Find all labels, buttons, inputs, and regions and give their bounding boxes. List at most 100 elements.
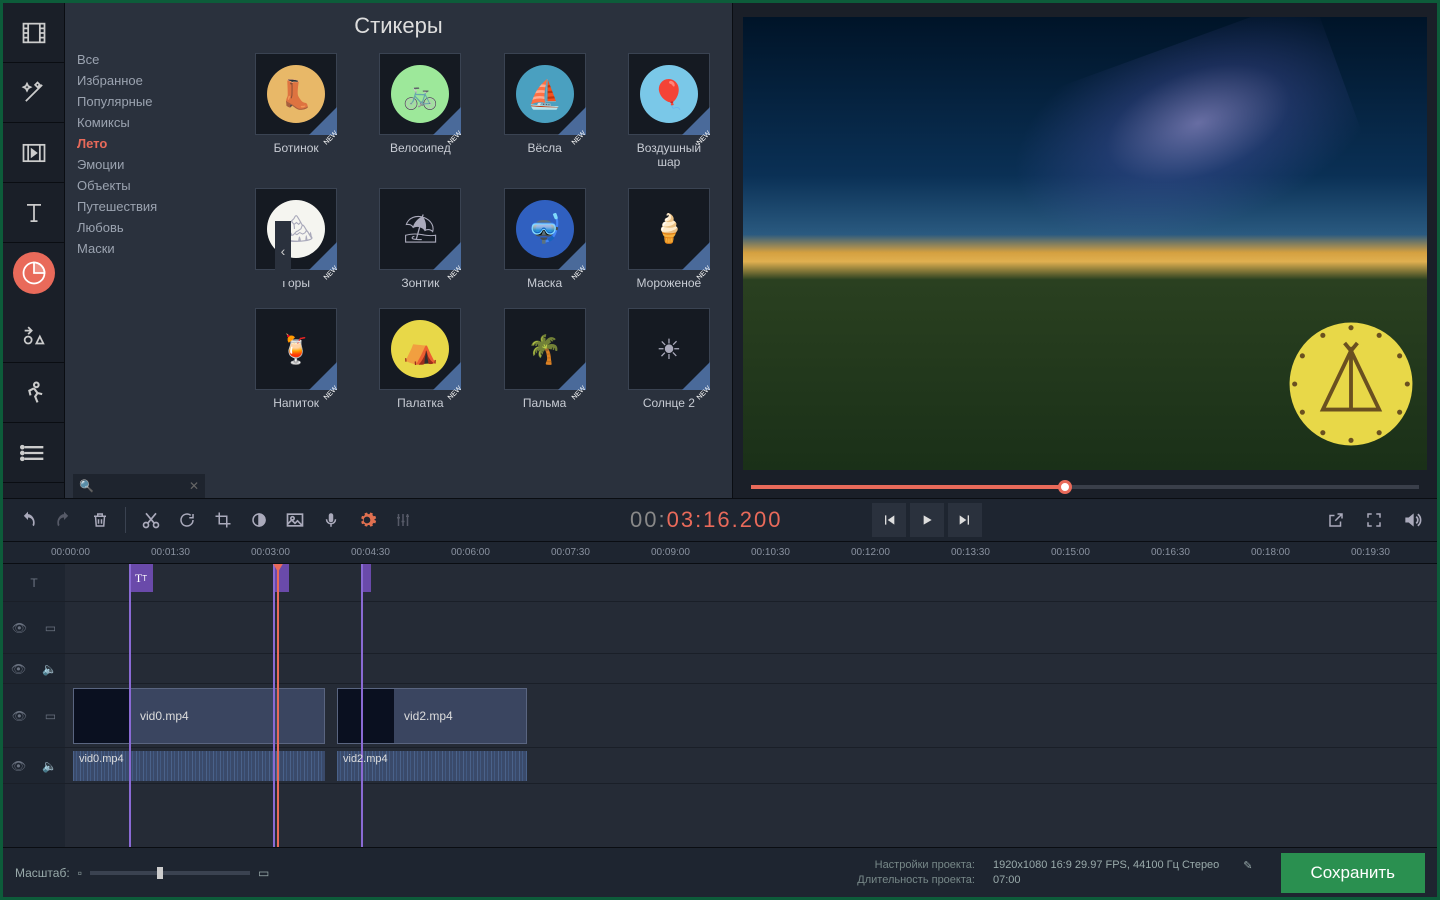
zoom-in-icon[interactable]: ▭ — [258, 866, 269, 880]
ruler-tick: 00:09:00 — [651, 547, 690, 558]
applied-sticker-tent[interactable] — [1287, 320, 1415, 448]
marker[interactable] — [273, 564, 275, 847]
timeline-ruler[interactable]: 00:00:0000:01:3000:03:0000:04:3000:06:00… — [3, 542, 1437, 564]
panel-title: Стикеры — [65, 3, 732, 45]
ruler-tick: 00:12:00 — [851, 547, 890, 558]
audio-track[interactable]: vid0.mp4 vid2.mp4 — [65, 748, 1437, 784]
proj-duration-value: 07:00 — [993, 874, 1021, 886]
sticker-label: Пальма — [523, 396, 566, 410]
clear-icon[interactable]: ✕ — [189, 479, 199, 493]
sticker-tile[interactable]: 🍹Напиток — [243, 308, 349, 410]
track-head-overlay-audio[interactable]: 👁🔈 — [3, 654, 65, 684]
sticker-tile[interactable]: 🍦Мороженое — [616, 188, 722, 290]
zoom-label: Масштаб: — [15, 866, 70, 880]
sticker-tile[interactable]: ⛺Палатка — [367, 308, 473, 410]
video-clip[interactable]: vid0.mp4 — [73, 688, 325, 744]
ruler-tick: 00:15:00 — [1051, 547, 1090, 558]
redo-button[interactable] — [47, 503, 81, 537]
play-button[interactable] — [910, 503, 944, 537]
zoom-control[interactable]: Масштаб: ▫ ▭ — [15, 866, 269, 880]
track-head-overlay[interactable]: 👁▭ — [3, 602, 65, 654]
category-item[interactable]: Объекты — [77, 175, 213, 196]
scrub-thumb[interactable] — [1058, 480, 1072, 494]
cut-button[interactable] — [134, 503, 168, 537]
category-item[interactable]: Путешествия — [77, 196, 213, 217]
video-track[interactable]: vid0.mp4vid2.mp4 — [65, 684, 1437, 748]
prev-button[interactable] — [872, 503, 906, 537]
rail-magic[interactable] — [3, 63, 64, 123]
mic-button[interactable] — [314, 503, 348, 537]
sticker-tile[interactable]: ⛵Вёсла — [492, 53, 598, 170]
settings-button[interactable] — [350, 503, 384, 537]
save-button[interactable]: Сохранить — [1281, 853, 1425, 893]
preview-canvas[interactable] — [743, 17, 1427, 470]
track-head-video[interactable]: 👁▭ — [3, 684, 65, 748]
crop-button[interactable] — [206, 503, 240, 537]
audio-clip[interactable]: vid2.mp4 — [337, 751, 527, 781]
image-button[interactable] — [278, 503, 312, 537]
volume-button[interactable] — [1395, 503, 1429, 537]
popout-button[interactable] — [1319, 503, 1353, 537]
marker[interactable] — [129, 564, 131, 847]
rail-stickers[interactable] — [13, 252, 55, 294]
rail-motion[interactable] — [3, 363, 64, 423]
delete-button[interactable] — [83, 503, 117, 537]
undo-button[interactable] — [11, 503, 45, 537]
title-clip[interactable] — [273, 564, 289, 592]
category-item[interactable]: Комиксы — [77, 112, 213, 133]
category-item[interactable]: Лето — [77, 133, 213, 154]
collapse-handle[interactable]: ‹ — [275, 221, 291, 281]
tool-rail — [3, 3, 65, 498]
zoom-slider[interactable] — [90, 871, 250, 875]
sticker-tile[interactable]: 👢Ботинок — [243, 53, 349, 170]
search-icon: 🔍 — [79, 479, 94, 493]
rail-more[interactable] — [3, 423, 64, 483]
sticker-label: Мороженое — [637, 276, 702, 290]
category-item[interactable]: Маски — [77, 238, 213, 259]
eye-icon[interactable]: 👁 — [12, 621, 27, 635]
category-search[interactable]: 🔍✕ — [73, 474, 205, 498]
ruler-tick: 00:19:30 — [1351, 547, 1390, 558]
sticker-label: Солнце 2 — [643, 396, 695, 410]
track-head-audio[interactable]: 👁🔈 — [3, 748, 65, 784]
overlay-track[interactable] — [65, 602, 1437, 654]
sticker-tile[interactable]: 🚲Велосипед — [367, 53, 473, 170]
edit-icon[interactable]: ✎ — [1243, 859, 1252, 872]
sticker-label: Вёсла — [527, 141, 561, 155]
proj-settings-value: 1920x1080 16:9 29.97 FPS, 44100 Гц Стере… — [993, 859, 1219, 872]
title-clip[interactable]: TT — [129, 564, 153, 592]
rail-shapes[interactable] — [3, 303, 64, 363]
sticker-tile[interactable]: 🤿Маска — [492, 188, 598, 290]
marker[interactable] — [361, 564, 363, 847]
sticker-tile[interactable]: ☀Солнце 2 — [616, 308, 722, 410]
track-head-titles[interactable]: T — [3, 564, 65, 602]
next-button[interactable] — [948, 503, 982, 537]
color-button[interactable] — [242, 503, 276, 537]
scrub-bar[interactable] — [737, 476, 1433, 498]
equalizer-button[interactable] — [386, 503, 420, 537]
rail-media[interactable] — [3, 3, 64, 63]
fullscreen-button[interactable] — [1357, 503, 1391, 537]
sticker-label: Ботинок — [274, 141, 319, 155]
sticker-tile[interactable]: 🎈Воздушный шар — [616, 53, 722, 170]
sticker-tile[interactable]: 🏔Горы — [243, 188, 349, 290]
category-item[interactable]: Популярные — [77, 91, 213, 112]
rotate-button[interactable] — [170, 503, 204, 537]
category-item[interactable]: Все — [77, 49, 213, 70]
rail-transitions[interactable] — [3, 123, 64, 183]
playhead[interactable] — [277, 564, 279, 847]
category-item[interactable]: Эмоции — [77, 154, 213, 175]
video-clip[interactable]: vid2.mp4 — [337, 688, 527, 744]
zoom-out-icon[interactable]: ▫ — [78, 866, 82, 880]
sticker-tile[interactable]: ⛱Зонтик — [367, 188, 473, 290]
sticker-tile[interactable]: 🌴Пальма — [492, 308, 598, 410]
ruler-tick: 00:13:30 — [951, 547, 990, 558]
audio-clip[interactable]: vid0.mp4 — [73, 751, 325, 781]
overlay-audio-track[interactable] — [65, 654, 1437, 684]
main-toolbar: 00:03:16.200 — [3, 498, 1437, 542]
sticker-label: Зонтик — [401, 276, 439, 290]
title-track[interactable]: TT — [65, 564, 1437, 602]
rail-titles[interactable] — [3, 183, 64, 243]
category-item[interactable]: Любовь — [77, 217, 213, 238]
category-item[interactable]: Избранное — [77, 70, 213, 91]
